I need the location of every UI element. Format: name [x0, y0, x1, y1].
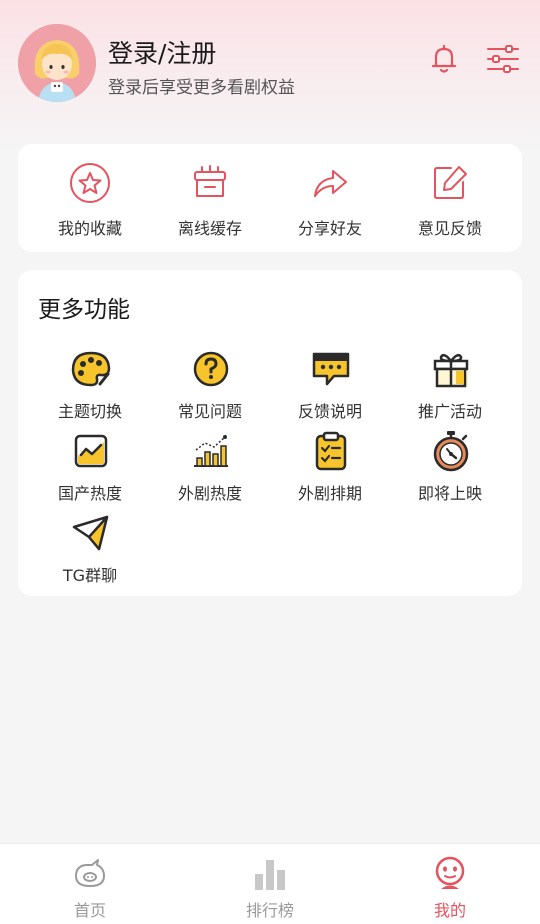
func-item-label: 外剧排期 — [297, 484, 362, 503]
star-icon — [69, 162, 111, 204]
func-item-feedback-info[interactable]: 反馈说明 — [270, 348, 390, 426]
stopwatch-icon — [430, 430, 472, 472]
func-item-foreign-schedule[interactable]: 外剧排期 — [270, 430, 390, 508]
quick-item-offline-cache[interactable]: 离线缓存 — [150, 144, 270, 252]
func-item-label: 推广活动 — [417, 402, 482, 421]
login-subtitle: 登录后享受更多看剧权益 — [108, 78, 295, 98]
func-item-tg-group[interactable]: TG群聊 — [30, 512, 150, 590]
telegram-icon — [70, 512, 112, 554]
bottom-tab-bar: 首页 排行榜 我的 — [0, 843, 540, 924]
tab-home[interactable]: 首页 — [0, 844, 180, 924]
settings-sliders-icon[interactable] — [486, 42, 520, 76]
quick-item-feedback[interactable]: 意见反馈 — [390, 144, 510, 252]
quick-item-label: 分享好友 — [297, 219, 362, 238]
girl-avatar-icon — [18, 24, 96, 102]
quick-item-share[interactable]: 分享好友 — [270, 144, 390, 252]
quick-item-label: 意见反馈 — [417, 219, 482, 238]
func-item-promotion[interactable]: 推广活动 — [390, 348, 510, 426]
quick-item-label: 我的收藏 — [57, 219, 122, 238]
bar-chart-icon — [190, 430, 232, 472]
tab-mine[interactable]: 我的 — [360, 844, 540, 924]
chat-icon — [310, 348, 352, 390]
quick-actions-card: 我的收藏 离线缓存 分享好友 意见反馈 — [18, 144, 522, 252]
edit-icon — [429, 162, 471, 204]
func-item-label: 即将上映 — [417, 484, 482, 503]
func-item-label: 反馈说明 — [297, 402, 362, 421]
quick-item-label: 离线缓存 — [177, 219, 242, 238]
avatar[interactable] — [18, 24, 96, 102]
section-title: 更多功能 — [38, 297, 130, 323]
tab-label: 首页 — [73, 901, 106, 920]
palette-icon — [70, 348, 112, 390]
more-functions-card: 更多功能 主题切换 常见问题 反馈说明 推广活动 国产热度 外剧热度 外剧排期 … — [18, 270, 522, 596]
func-item-label: TG群聊 — [62, 566, 118, 585]
func-item-foreign-heat[interactable]: 外剧热度 — [150, 430, 270, 508]
gift-icon — [430, 348, 472, 390]
profile-header: 登录/注册 登录后享受更多看剧权益 — [0, 0, 540, 130]
func-item-label: 外剧热度 — [177, 484, 242, 503]
tab-label: 排行榜 — [245, 901, 294, 920]
tab-label: 我的 — [433, 901, 466, 920]
home-pig-icon — [72, 856, 108, 892]
mine-icon — [432, 856, 468, 892]
download-box-icon — [189, 162, 231, 204]
func-item-faq[interactable]: 常见问题 — [150, 348, 270, 426]
func-item-coming-soon[interactable]: 即将上映 — [390, 430, 510, 508]
question-icon — [190, 348, 232, 390]
clipboard-icon — [310, 430, 352, 472]
trend-icon — [70, 430, 112, 472]
func-item-label: 主题切换 — [57, 402, 122, 421]
quick-item-favorites[interactable]: 我的收藏 — [30, 144, 150, 252]
ranking-icon — [252, 856, 288, 892]
tab-ranking[interactable]: 排行榜 — [180, 844, 360, 924]
share-icon — [309, 162, 351, 204]
login-register-title[interactable]: 登录/注册 — [108, 34, 216, 70]
func-item-label: 常见问题 — [177, 402, 242, 421]
func-item-theme[interactable]: 主题切换 — [30, 348, 150, 426]
func-item-label: 国产热度 — [57, 484, 122, 503]
bell-icon[interactable] — [427, 42, 461, 76]
func-item-domestic-heat[interactable]: 国产热度 — [30, 430, 150, 508]
